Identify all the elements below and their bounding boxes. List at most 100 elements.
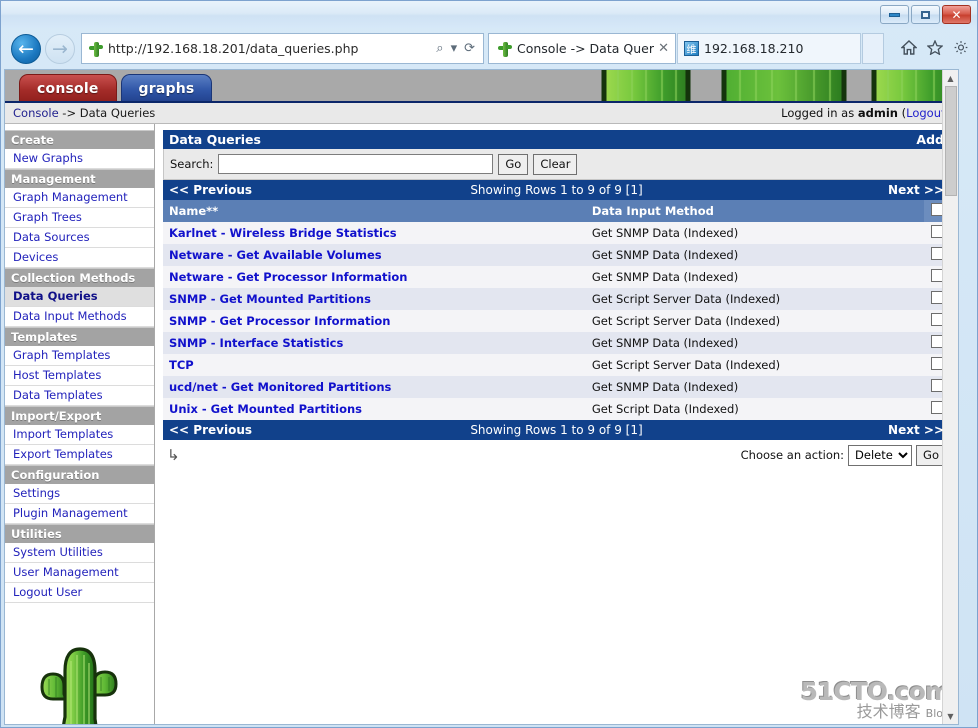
address-bar[interactable]: http://192.168.18.201/data_queries.php ⌕… xyxy=(81,33,484,64)
data-query-link[interactable]: ucd/net - Get Monitored Partitions xyxy=(169,380,391,394)
home-icon[interactable] xyxy=(900,40,918,59)
column-header-name[interactable]: Name** xyxy=(163,200,586,222)
logout-link[interactable]: Logout xyxy=(906,106,945,120)
table-row[interactable]: ucd/net - Get Monitored Partitions Get SN… xyxy=(163,376,950,398)
sidebar-item-new-graphs[interactable]: New Graphs xyxy=(5,149,154,169)
browser-tab-192-168-18-210[interactable]: 维 192.168.18.210 xyxy=(677,33,861,64)
table-row[interactable]: SNMP - Interface Statistics Get SNMP Data… xyxy=(163,332,950,354)
breadcrumb-current: Data Queries xyxy=(79,106,156,120)
sidebar-item-user-management[interactable]: User Management xyxy=(5,563,154,583)
sidebar-item-graph-templates[interactable]: Graph Templates xyxy=(5,346,154,366)
forward-button[interactable]: → xyxy=(45,34,75,64)
sidebar-item-import-templates[interactable]: Import Templates xyxy=(5,425,154,445)
data-query-link[interactable]: SNMP - Interface Statistics xyxy=(169,336,343,350)
data-query-link[interactable]: TCP xyxy=(169,358,194,372)
close-icon: ✕ xyxy=(951,7,962,22)
sidebar-item-graph-trees[interactable]: Graph Trees xyxy=(5,208,154,228)
watermark: 51CTO.com 技术博客 Blog xyxy=(801,679,951,720)
minimize-button[interactable] xyxy=(880,5,909,24)
tools-gear-icon[interactable] xyxy=(953,40,969,59)
browser-tab-console[interactable]: Console -> Data Quer... ✕ xyxy=(488,33,676,64)
add-link[interactable]: Add xyxy=(916,132,944,147)
sidebar-item-settings[interactable]: Settings xyxy=(5,484,154,504)
action-select[interactable]: Delete xyxy=(848,444,913,466)
search-go-button[interactable]: Go xyxy=(498,153,529,175)
forward-arrow-icon: → xyxy=(52,38,68,60)
sidebar-item-data-templates[interactable]: Data Templates xyxy=(5,386,154,406)
cacti-tab-console[interactable]: console xyxy=(19,74,117,101)
table-row[interactable]: TCP Get Script Server Data (Indexed) xyxy=(163,354,950,376)
minimize-icon xyxy=(889,12,900,17)
cell-name: TCP xyxy=(163,354,586,376)
panel-header: Data Queries Add xyxy=(163,130,950,149)
data-query-link[interactable]: SNMP - Get Processor Information xyxy=(169,314,391,328)
data-query-link[interactable]: SNMP - Get Mounted Partitions xyxy=(169,292,371,306)
cell-name: ucd/net - Get Monitored Partitions xyxy=(163,376,586,398)
scroll-down-arrow-icon[interactable]: ▼ xyxy=(943,708,958,724)
tab-close-icon[interactable]: ✕ xyxy=(654,41,669,56)
breadcrumb: Console -> Data Queries xyxy=(13,106,155,120)
data-query-link[interactable]: Karlnet - Wireless Bridge Statistics xyxy=(169,226,397,240)
address-bar-icons: ⌕ ▾ ⟳ xyxy=(436,41,479,56)
sidebar-item-plugin-management[interactable]: Plugin Management xyxy=(5,504,154,524)
browser-toolbar-icons xyxy=(900,39,969,59)
sidebar-item-graph-management[interactable]: Graph Management xyxy=(5,188,154,208)
cell-name: Netware - Get Processor Information xyxy=(163,266,586,288)
favorites-star-icon[interactable] xyxy=(926,39,944,59)
table-row[interactable]: SNMP - Get Processor Information Get Scri… xyxy=(163,310,950,332)
sidebar-header-create: Create xyxy=(5,130,154,149)
page-scrollbar[interactable]: ▲ ▼ xyxy=(942,70,958,724)
previous-page-link[interactable]: << Previous xyxy=(169,423,252,437)
back-arrow-icon: ← xyxy=(18,38,34,60)
cell-name: Karlnet - Wireless Bridge Statistics xyxy=(163,222,586,244)
sidebar-item-data-sources[interactable]: Data Sources xyxy=(5,228,154,248)
window-titlebar: ✕ xyxy=(1,1,977,28)
sidebar-item-data-input-methods[interactable]: Data Input Methods xyxy=(5,307,154,327)
sidebar-item-system-utilities[interactable]: System Utilities xyxy=(5,543,154,563)
sidebar-header-templates: Templates xyxy=(5,327,154,346)
scrollbar-thumb[interactable] xyxy=(945,86,957,196)
next-page-link[interactable]: Next >> xyxy=(888,183,944,197)
showing-rows-text: Showing Rows 1 to 9 of 9 [1] xyxy=(470,183,643,197)
refresh-icon[interactable]: ⟳ xyxy=(464,41,475,56)
browser-window: ✕ ← → http://192.168.18.201/data_queries… xyxy=(0,0,978,728)
new-tab-button[interactable] xyxy=(862,33,884,64)
sidebar-header-utilities: Utilities xyxy=(5,524,154,543)
breadcrumb-bar: Console -> Data Queries Logged in as adm… xyxy=(5,103,958,124)
breadcrumb-link-console[interactable]: Console xyxy=(13,106,59,120)
table-row[interactable]: Netware - Get Available Volumes Get SNMP … xyxy=(163,244,950,266)
data-query-link[interactable]: Netware - Get Available Volumes xyxy=(169,248,382,262)
column-header-data-input-method[interactable]: Data Input Method xyxy=(585,200,924,222)
previous-page-link[interactable]: << Previous xyxy=(169,183,252,197)
search-icon[interactable]: ⌕ xyxy=(436,41,443,56)
table-row[interactable]: Karlnet - Wireless Bridge Statistics Get … xyxy=(163,222,950,244)
search-input[interactable] xyxy=(218,154,494,174)
cell-data-input-method: Get Script Server Data (Indexed) xyxy=(585,288,924,310)
search-panel: Search: Go Clear xyxy=(163,149,950,180)
table-row[interactable]: Netware - Get Processor Information Get S… xyxy=(163,266,950,288)
banner-cactus-graphic xyxy=(584,70,958,101)
login-paren-open: ( xyxy=(897,106,907,120)
data-query-link[interactable]: Unix - Get Mounted Partitions xyxy=(169,402,362,416)
search-clear-button[interactable]: Clear xyxy=(533,153,578,175)
sidebar-item-devices[interactable]: Devices xyxy=(5,248,154,268)
pagination-bottom-wrapper: << Previous Showing Rows 1 to 9 of 9 [1]… xyxy=(163,420,950,440)
table-row[interactable]: Unix - Get Mounted Partitions Get Script … xyxy=(163,398,950,420)
sidebar-item-logout-user[interactable]: Logout User xyxy=(5,583,154,603)
data-query-link[interactable]: Netware - Get Processor Information xyxy=(169,270,408,284)
scroll-up-arrow-icon[interactable]: ▲ xyxy=(943,70,958,86)
sidebar-item-host-templates[interactable]: Host Templates xyxy=(5,366,154,386)
restore-button[interactable] xyxy=(911,5,940,24)
sidebar-navigation: Create New Graphs Management Graph Manageme… xyxy=(5,124,155,724)
main-content: Data Queries Add Search: Go Clear << Pre… xyxy=(155,124,958,724)
close-button[interactable]: ✕ xyxy=(942,5,971,24)
cacti-tab-graphs[interactable]: graphs xyxy=(120,74,213,101)
sidebar-item-export-templates[interactable]: Export Templates xyxy=(5,445,154,465)
next-page-link[interactable]: Next >> xyxy=(888,423,944,437)
sidebar-item-data-queries[interactable]: Data Queries xyxy=(5,287,154,307)
back-button[interactable]: ← xyxy=(11,34,41,64)
table-row[interactable]: SNMP - Get Mounted Partitions Get Script … xyxy=(163,288,950,310)
chevron-down-icon[interactable]: ▾ xyxy=(451,41,458,56)
page-viewport: console graphs Console -> Data Queries L… xyxy=(4,69,959,725)
sidebar-header-configuration: Configuration xyxy=(5,465,154,484)
